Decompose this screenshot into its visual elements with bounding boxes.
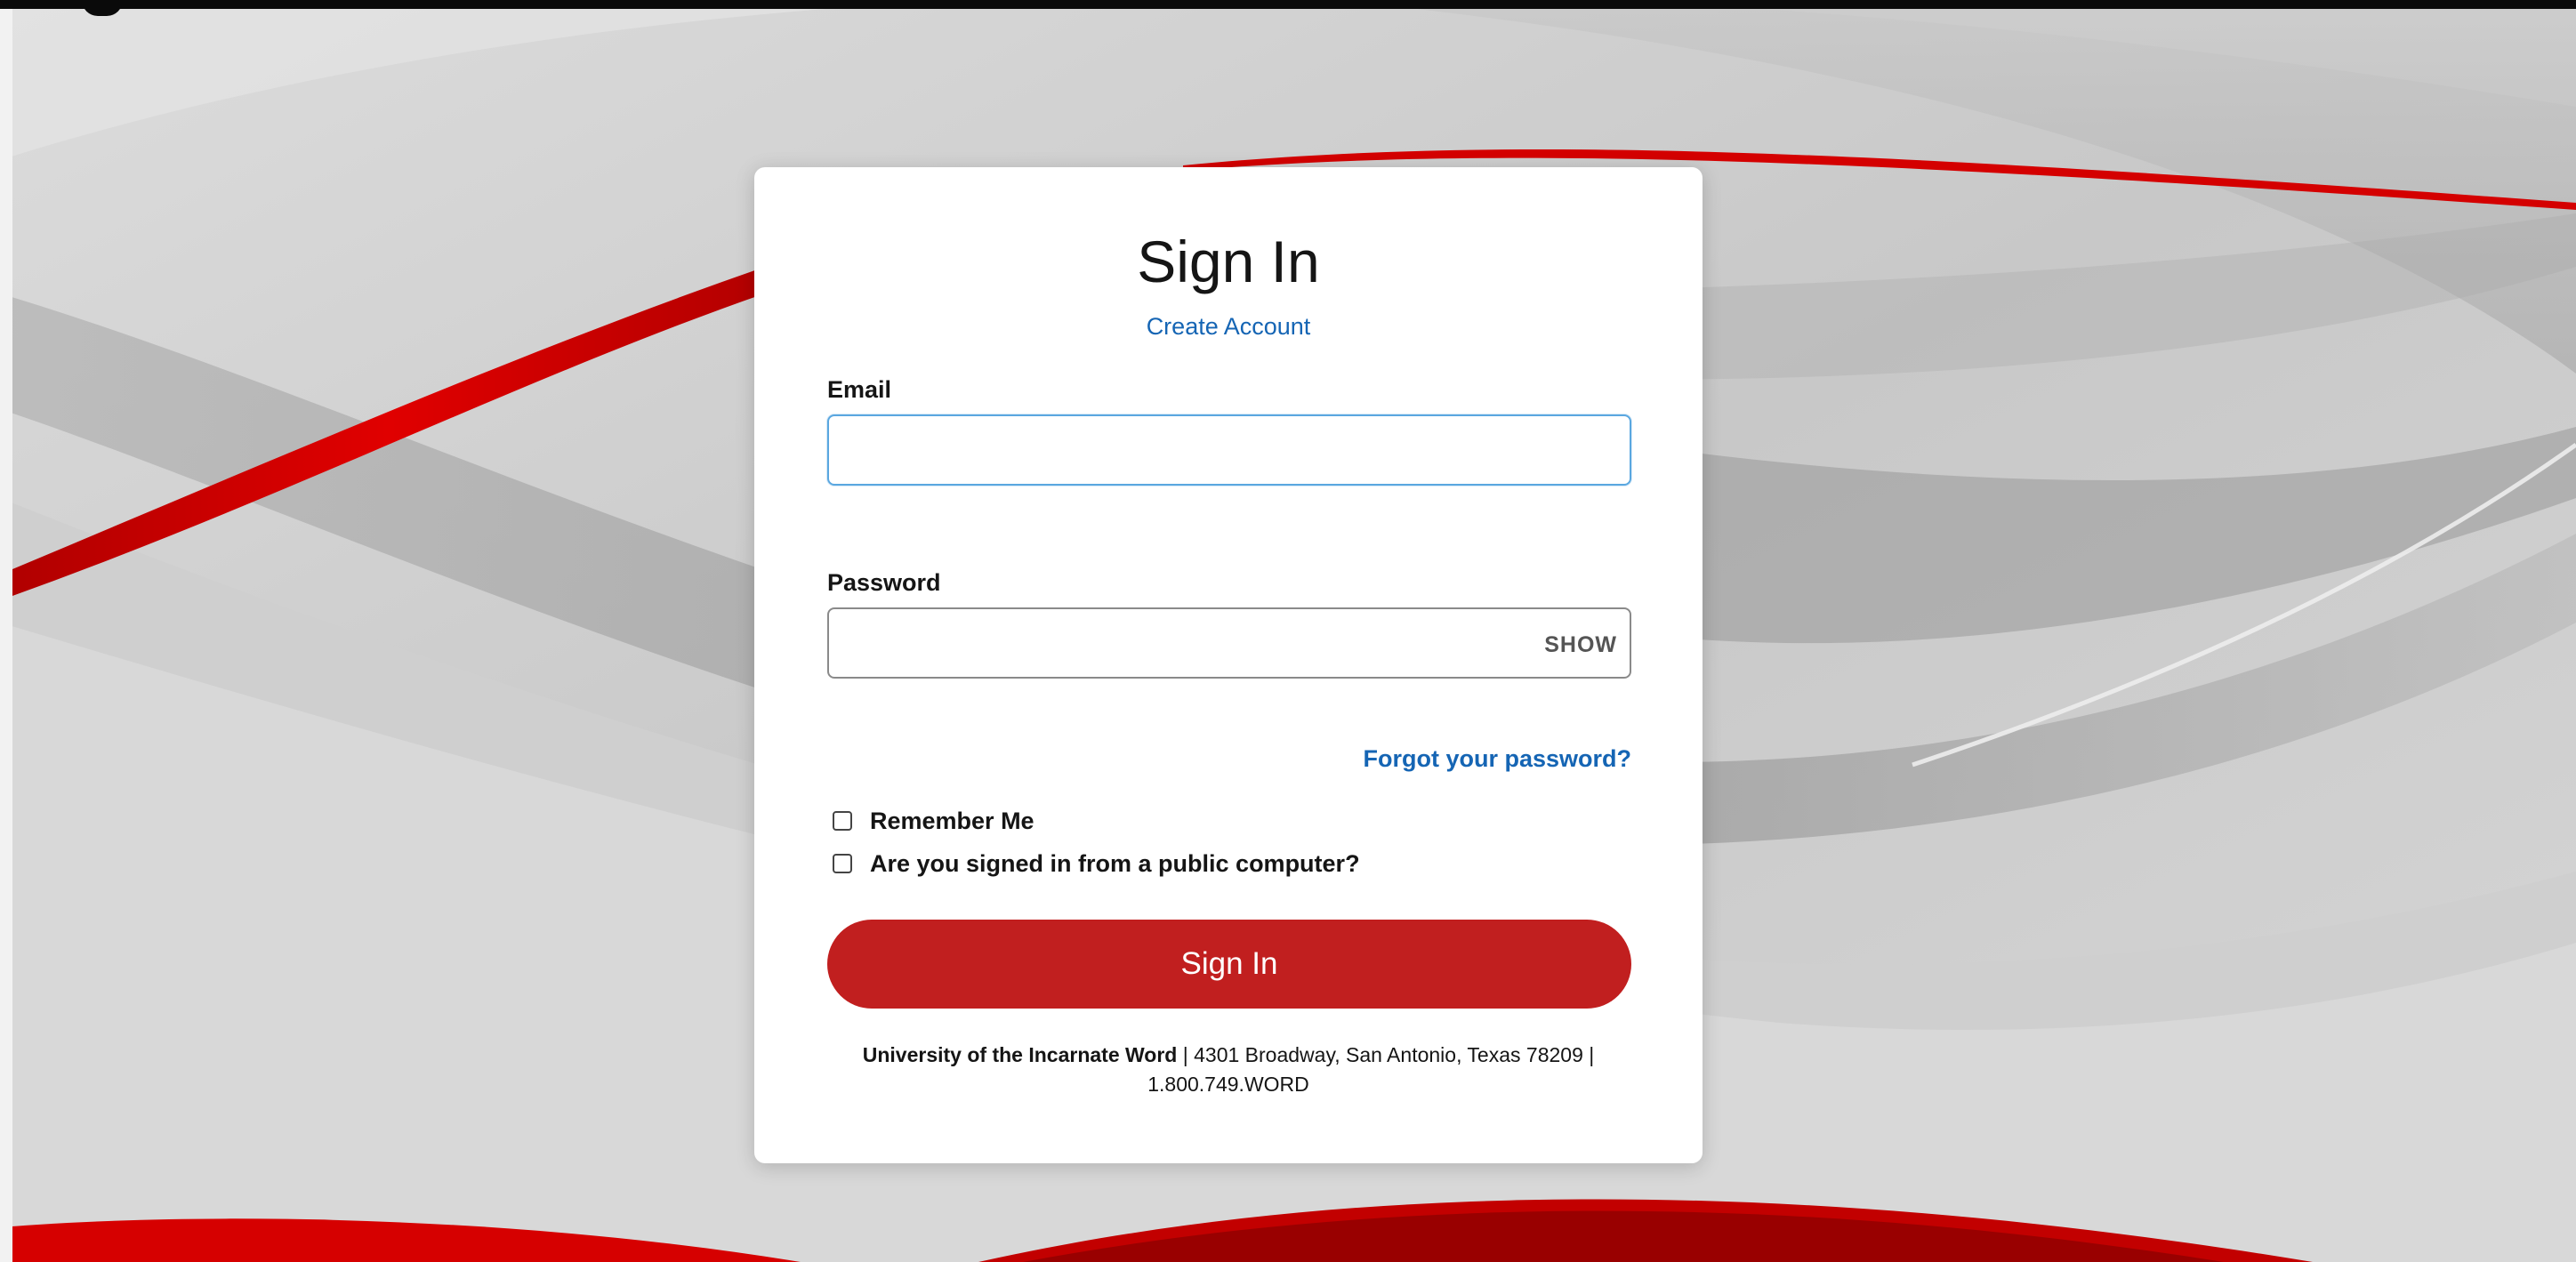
remember-me-row[interactable]: Remember Me [833,806,1034,836]
public-computer-row[interactable]: Are you signed in from a public computer… [833,848,1360,879]
footer-separator: | [1582,1043,1595,1066]
email-label: Email [827,376,892,403]
top-bar [0,0,2576,9]
remember-me-checkbox[interactable] [833,811,852,831]
public-computer-label[interactable]: Are you signed in from a public computer… [870,848,1360,879]
footer-phone: 1.800.749.WORD [1147,1073,1309,1096]
footer-separator: | [1177,1043,1195,1066]
footer-address: 4301 Broadway, San Antonio, Texas 78209 [1194,1043,1583,1066]
footer-contact: University of the Incarnate Word | 4301 … [808,1041,1649,1099]
password-field[interactable] [827,607,1631,679]
page-title: Sign In [1137,229,1320,294]
footer-organization: University of the Incarnate Word [862,1043,1178,1066]
sign-in-card: Sign In Create Account Email Password SH… [754,167,1703,1163]
left-edge [0,0,12,1262]
password-label: Password [827,569,941,596]
email-field[interactable] [827,414,1631,486]
create-account-link[interactable]: Create Account [754,311,1703,342]
sign-in-button[interactable]: Sign In [827,920,1631,1009]
forgot-password-link[interactable]: Forgot your password? [1363,744,1631,774]
show-password-toggle[interactable]: SHOW [1532,631,1617,658]
remember-me-label[interactable]: Remember Me [870,806,1034,836]
public-computer-checkbox[interactable] [833,854,852,873]
